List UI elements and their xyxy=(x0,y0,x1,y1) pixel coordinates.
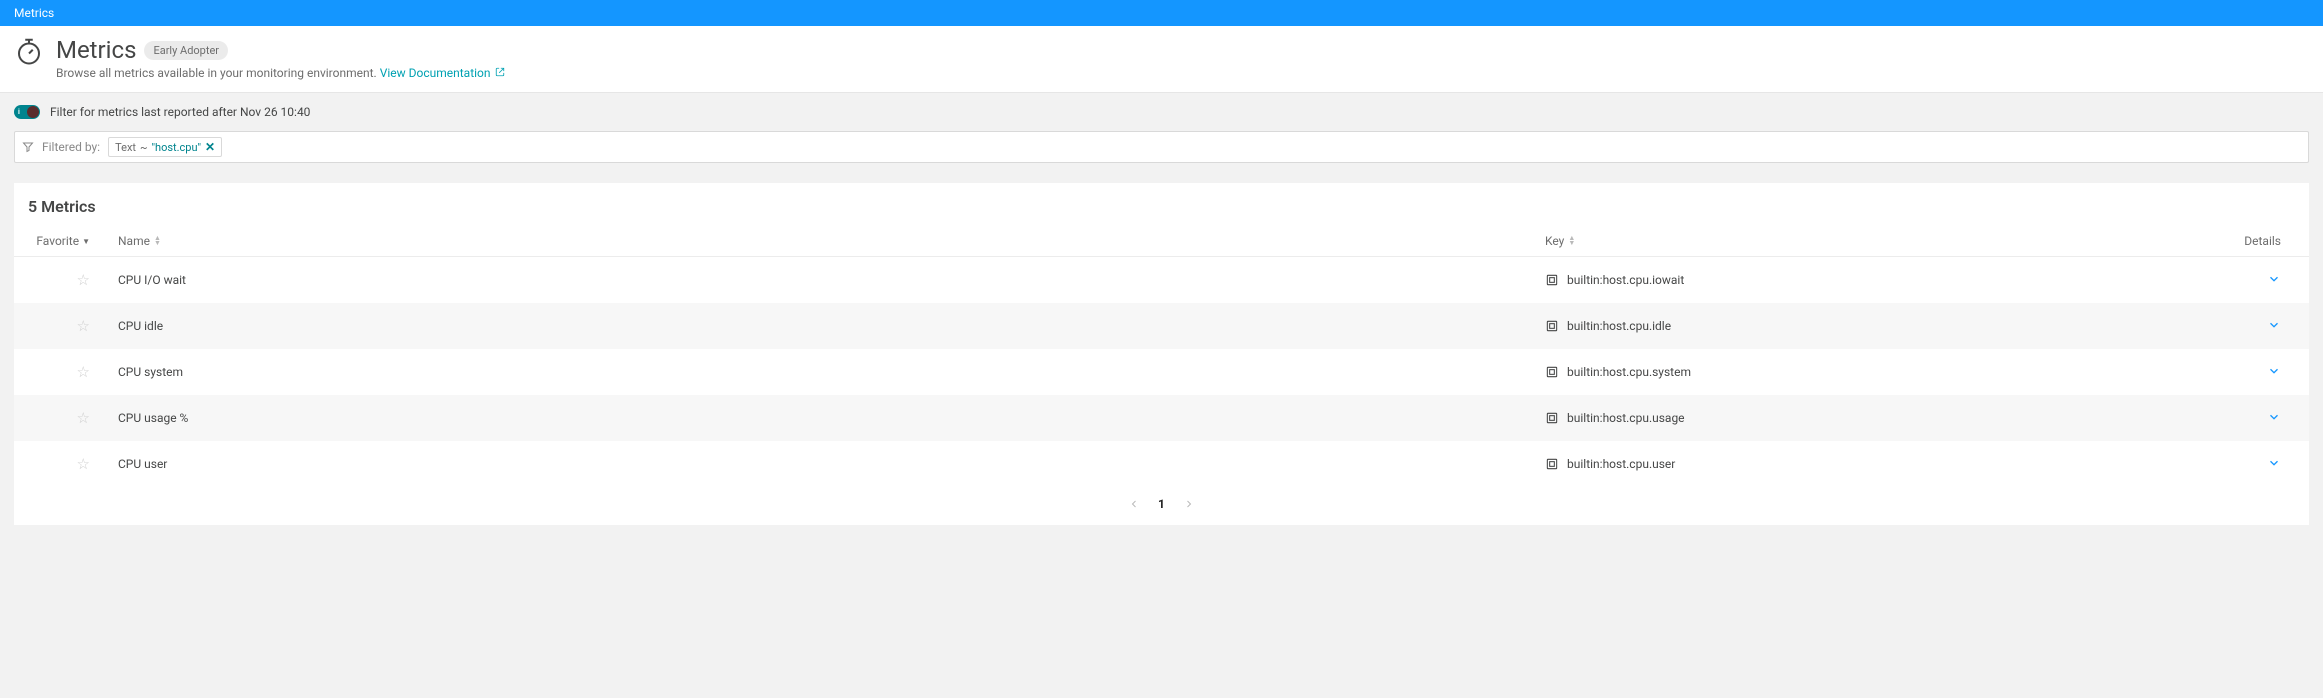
page-title: Metrics xyxy=(56,36,136,64)
toggle-knob xyxy=(27,106,39,118)
table-row: ☆ CPU I/O wait builtin:host.cpu.iowait xyxy=(14,257,2309,303)
favorite-star[interactable]: ☆ xyxy=(74,317,90,335)
metric-name: CPU idle xyxy=(118,319,1545,333)
metric-name: CPU I/O wait xyxy=(118,273,1545,287)
early-adopter-badge: Early Adopter xyxy=(144,41,228,60)
filtered-by-label: Filtered by: xyxy=(42,140,100,154)
metric-name: CPU usage % xyxy=(118,411,1545,425)
info-icon: i xyxy=(18,108,20,116)
favorite-star[interactable]: ☆ xyxy=(74,409,90,427)
recent-filter-toggle[interactable]: i xyxy=(14,105,40,119)
key-icon xyxy=(1545,365,1559,379)
table-header: Favorite ▼ Name ▲▼ Key ▲▼ Details xyxy=(14,228,2309,257)
column-name[interactable]: Name ▲▼ xyxy=(118,234,161,248)
expand-row-button[interactable] xyxy=(2267,364,2281,378)
metric-key: builtin:host.cpu.user xyxy=(1567,457,1675,471)
page-subtitle: Browse all metrics available in your mon… xyxy=(56,66,505,80)
column-details: Details xyxy=(2244,234,2281,248)
recent-filter-label: Filter for metrics last reported after N… xyxy=(50,105,310,119)
metric-key: builtin:host.cpu.usage xyxy=(1567,411,1685,425)
pagination: 1 xyxy=(14,487,2309,515)
external-link-icon xyxy=(495,66,505,80)
remove-filter-icon[interactable]: ✕ xyxy=(205,140,215,154)
key-icon xyxy=(1545,319,1559,333)
column-key[interactable]: Key ▲▼ xyxy=(1545,234,1575,248)
table-row: ☆ CPU usage % builtin:host.cpu.usage xyxy=(14,395,2309,441)
key-icon xyxy=(1545,457,1559,471)
metric-key: builtin:host.cpu.system xyxy=(1567,365,1691,379)
metrics-card: 5 Metrics Favorite ▼ Name ▲▼ Key ▲▼ xyxy=(14,183,2309,525)
filter-bar[interactable]: Filtered by: Text ~ "host.cpu" ✕ xyxy=(14,131,2309,163)
recent-filter-row: i Filter for metrics last reported after… xyxy=(0,93,2323,131)
favorite-star[interactable]: ☆ xyxy=(74,271,90,289)
table-row: ☆ CPU user builtin:host.cpu.user xyxy=(14,441,2309,487)
expand-row-button[interactable] xyxy=(2267,318,2281,332)
expand-row-button[interactable] xyxy=(2267,410,2281,424)
page-header: Metrics Early Adopter Browse all metrics… xyxy=(0,26,2323,93)
breadcrumb-bar: Metrics xyxy=(0,0,2323,26)
metric-key: builtin:host.cpu.idle xyxy=(1567,319,1671,333)
metric-key: builtin:host.cpu.iowait xyxy=(1567,273,1684,287)
view-documentation-link[interactable]: View Documentation xyxy=(380,66,505,80)
prev-page-button[interactable] xyxy=(1128,498,1140,510)
key-icon xyxy=(1545,273,1559,287)
favorite-star[interactable]: ☆ xyxy=(74,363,90,381)
sort-desc-icon: ▼ xyxy=(82,237,90,246)
filter-chip[interactable]: Text ~ "host.cpu" ✕ xyxy=(108,137,222,157)
table-row: ☆ CPU idle builtin:host.cpu.idle xyxy=(14,303,2309,349)
expand-row-button[interactable] xyxy=(2267,456,2281,470)
sort-icon: ▲▼ xyxy=(154,236,161,246)
metric-name: CPU user xyxy=(118,457,1545,471)
results-heading: 5 Metrics xyxy=(14,197,2309,228)
metric-name: CPU system xyxy=(118,365,1545,379)
sort-icon: ▲▼ xyxy=(1568,236,1575,246)
favorite-star[interactable]: ☆ xyxy=(74,455,90,473)
funnel-icon xyxy=(22,141,34,153)
current-page: 1 xyxy=(1158,497,1165,511)
breadcrumb[interactable]: Metrics xyxy=(14,6,54,20)
stopwatch-icon xyxy=(14,36,44,70)
expand-row-button[interactable] xyxy=(2267,272,2281,286)
column-favorite[interactable]: Favorite ▼ xyxy=(36,234,90,248)
table-row: ☆ CPU system builtin:host.cpu.system xyxy=(14,349,2309,395)
key-icon xyxy=(1545,411,1559,425)
next-page-button[interactable] xyxy=(1183,498,1195,510)
